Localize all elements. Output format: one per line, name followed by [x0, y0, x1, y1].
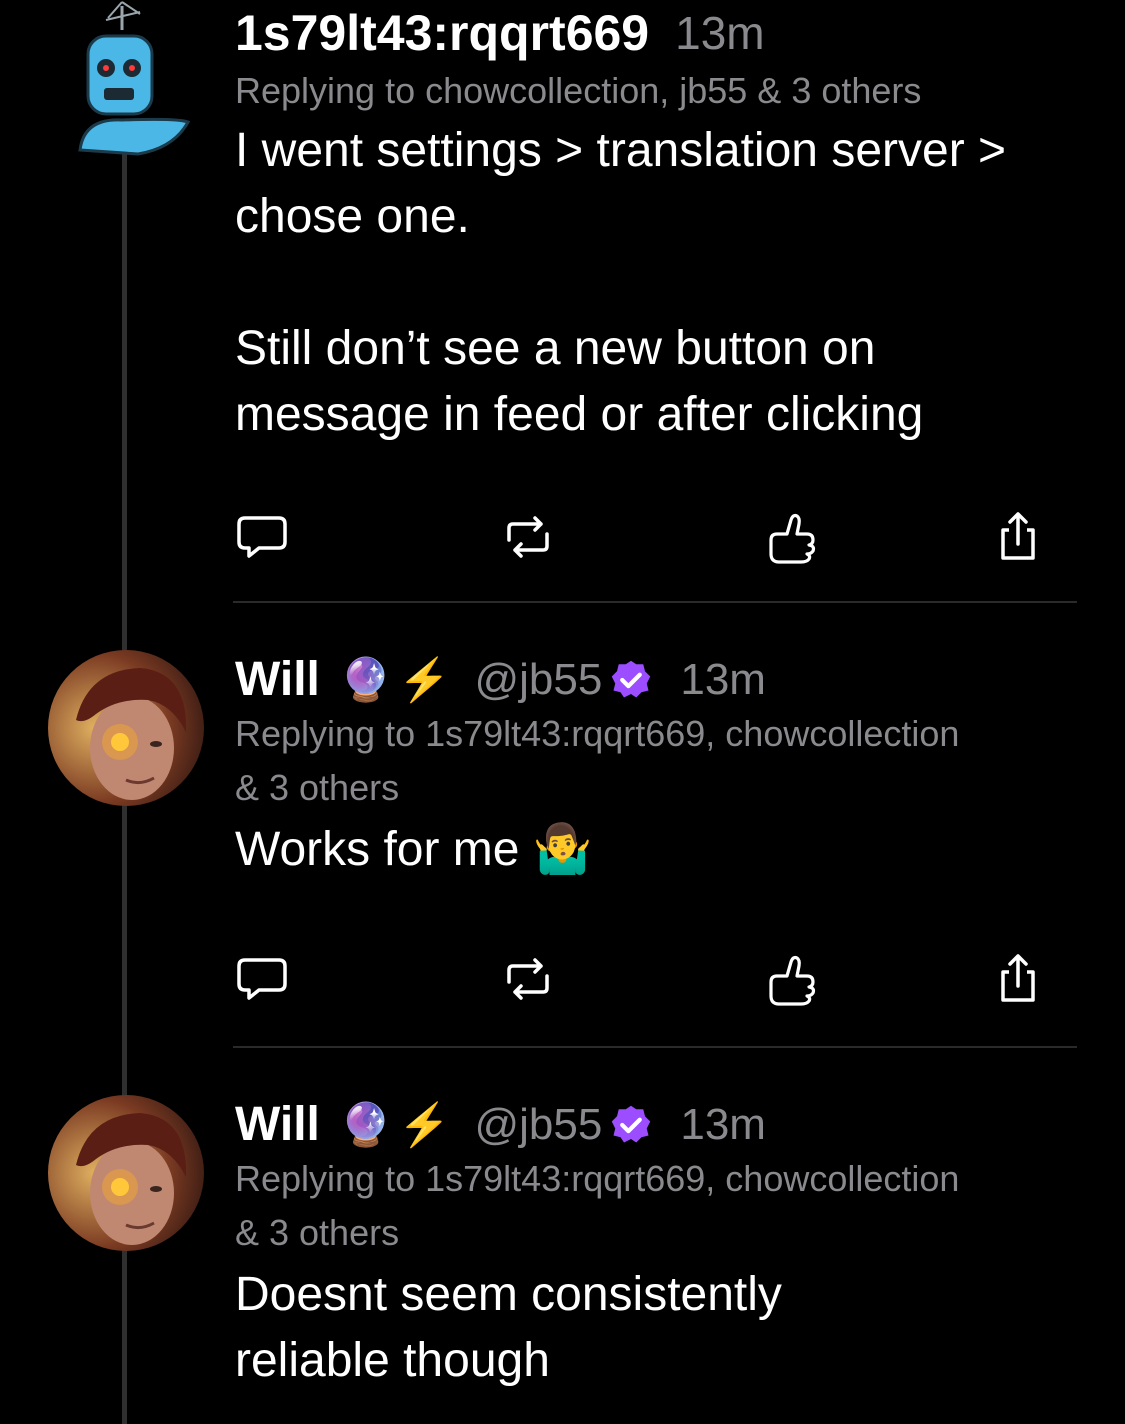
repost-icon[interactable] — [501, 510, 555, 564]
post-1-actions — [235, 510, 1045, 564]
crystal-ball-emoji: 🔮 — [339, 655, 393, 703]
verified-badge-icon — [612, 660, 651, 697]
reply-icon[interactable] — [235, 510, 289, 564]
like-icon[interactable] — [767, 510, 821, 564]
post-body: Doesnt seem consistently reliable though — [235, 1268, 782, 1387]
post-2-actions — [235, 952, 1045, 1006]
author-handle[interactable]: @jb55 — [474, 1100, 602, 1150]
author-name[interactable]: Will — [235, 1097, 320, 1152]
share-icon[interactable] — [991, 510, 1045, 564]
author-name[interactable]: 1s79lt43:rqqrt669 — [235, 4, 649, 62]
author-handle[interactable]: @jb55 — [474, 655, 602, 705]
replying-to[interactable]: Replying to chowcollection, jb55 & 3 oth… — [235, 64, 1085, 118]
robot-avatar-icon[interactable] — [78, 0, 191, 158]
reply-icon[interactable] — [235, 952, 289, 1006]
lightning-emoji: ⚡ — [398, 655, 451, 703]
post-body: I went settings > translation server > c… — [235, 124, 1007, 441]
lightning-emoji: ⚡ — [398, 1100, 451, 1148]
replying-to[interactable]: Replying to 1s79lt43:rqqrt669, chowcolle… — [235, 707, 1085, 815]
repost-icon[interactable] — [501, 952, 555, 1006]
post-body: Works for me 🤷‍♂️ — [235, 823, 593, 876]
avatar[interactable] — [48, 650, 204, 806]
share-icon[interactable] — [991, 952, 1045, 1006]
divider — [233, 1046, 1077, 1048]
divider — [233, 601, 1077, 603]
crystal-ball-emoji: 🔮 — [339, 1100, 393, 1148]
avatar[interactable] — [48, 1095, 204, 1251]
replying-to[interactable]: Replying to 1s79lt43:rqqrt669, chowcolle… — [235, 1152, 1085, 1260]
post-time: 13m — [680, 1099, 766, 1149]
post-time: 13m — [680, 654, 766, 704]
post-time: 13m — [675, 7, 765, 59]
like-icon[interactable] — [767, 952, 821, 1006]
verified-badge-icon — [612, 1105, 651, 1142]
author-name[interactable]: Will — [235, 652, 320, 707]
